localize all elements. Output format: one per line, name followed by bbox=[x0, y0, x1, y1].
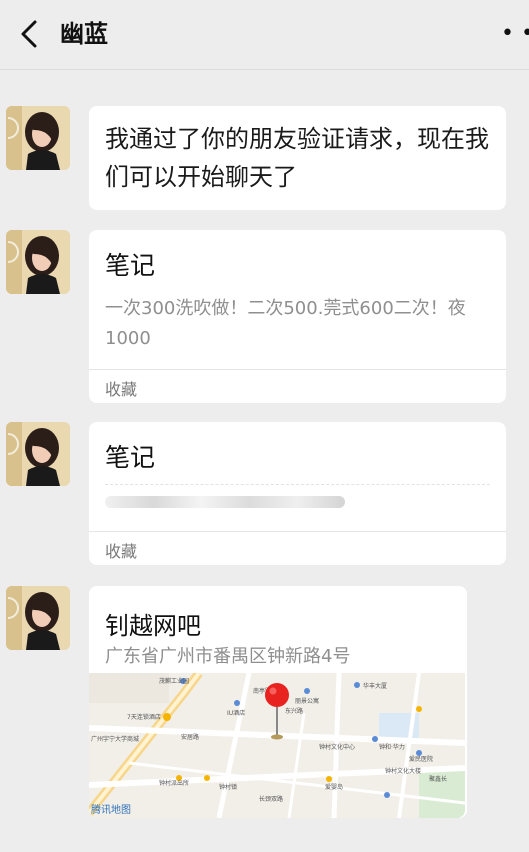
avatar[interactable] bbox=[6, 586, 70, 650]
svg-text:钟村派出所: 钟村派出所 bbox=[159, 779, 189, 787]
note-footer: 收藏 bbox=[89, 531, 506, 565]
svg-text:钟村文化大楼: 钟村文化大楼 bbox=[385, 767, 421, 775]
note-title: 笔记 bbox=[105, 251, 156, 280]
location-name: 钊越网吧 bbox=[105, 612, 201, 640]
chat-header: 幽蓝 • • bbox=[0, 0, 529, 70]
svg-text:爱民医院: 爱民医院 bbox=[409, 755, 433, 763]
note-card[interactable]: 笔记 收藏 bbox=[89, 422, 506, 565]
svg-text:钟村镇: 钟村镇 bbox=[219, 783, 237, 791]
contact-photo bbox=[6, 422, 70, 486]
svg-text:茂麒工业园: 茂麒工业园 bbox=[159, 677, 189, 685]
contact-photo bbox=[6, 230, 70, 294]
svg-text:安居路: 安居路 bbox=[181, 733, 199, 741]
svg-text:广州宇宁大学商城: 广州宇宁大学商城 bbox=[91, 735, 139, 743]
note-divider bbox=[105, 484, 490, 485]
note-card[interactable]: 笔记 一次300洗吹做！二次500.莞式600二次！夜1000 收藏 bbox=[89, 230, 506, 403]
location-map[interactable]: 茂麒工业园 南亭路 丽景公寓 华丰大厦 东兴路 IU酒店 7天连锁酒店 安居路 … bbox=[89, 673, 465, 818]
message-text: 我通过了你的朋友验证请求，现在我们可以开始聊天了 bbox=[105, 125, 489, 191]
avatar[interactable] bbox=[6, 422, 70, 486]
location-address: 广东省广州市番禺区钟新路4号 bbox=[105, 646, 351, 667]
map-provider-logo: 腾讯地图 bbox=[91, 805, 131, 816]
note-footer-label: 收藏 bbox=[105, 542, 138, 561]
note-footer: 收藏 bbox=[89, 369, 506, 403]
chevron-left-icon bbox=[21, 20, 37, 48]
svg-text:长颈双路: 长颈双路 bbox=[259, 795, 283, 803]
blurred-content bbox=[105, 496, 345, 508]
svg-text:华丰大厦: 华丰大厦 bbox=[363, 682, 387, 690]
back-button[interactable] bbox=[12, 14, 46, 54]
more-options-button[interactable]: • • bbox=[501, 14, 529, 54]
note-title: 笔记 bbox=[105, 443, 156, 472]
map-image: 茂麒工业园 南亭路 丽景公寓 华丰大厦 东兴路 IU酒店 7天连锁酒店 安居路 … bbox=[89, 673, 465, 818]
svg-text:聚鑫长: 聚鑫长 bbox=[429, 775, 447, 783]
note-footer-label: 收藏 bbox=[105, 380, 138, 399]
chat-title: 幽蓝 bbox=[60, 20, 108, 48]
avatar[interactable] bbox=[6, 230, 70, 294]
avatar[interactable] bbox=[6, 106, 70, 170]
location-card[interactable]: 钊越网吧 广东省广州市番禺区钟新路4号 茂麒工业园 南亭路 丽景公寓 华丰大厦 … bbox=[89, 586, 467, 818]
svg-text:东兴路: 东兴路 bbox=[285, 707, 303, 715]
svg-text:丽景公寓: 丽景公寓 bbox=[295, 697, 319, 705]
contact-photo bbox=[6, 586, 70, 650]
svg-text:爱婴岛: 爱婴岛 bbox=[325, 783, 343, 791]
svg-text:IU酒店: IU酒店 bbox=[227, 709, 245, 717]
note-body: 一次300洗吹做！二次500.莞式600二次！夜1000 bbox=[105, 298, 466, 349]
message-bubble[interactable]: 我通过了你的朋友验证请求，现在我们可以开始聊天了 bbox=[89, 106, 506, 210]
svg-text:钟和·华力: 钟和·华力 bbox=[379, 743, 405, 751]
svg-text:7天连锁酒店: 7天连锁酒店 bbox=[127, 713, 161, 721]
svg-text:钟村文化中心: 钟村文化中心 bbox=[319, 743, 355, 751]
contact-photo bbox=[6, 106, 70, 170]
